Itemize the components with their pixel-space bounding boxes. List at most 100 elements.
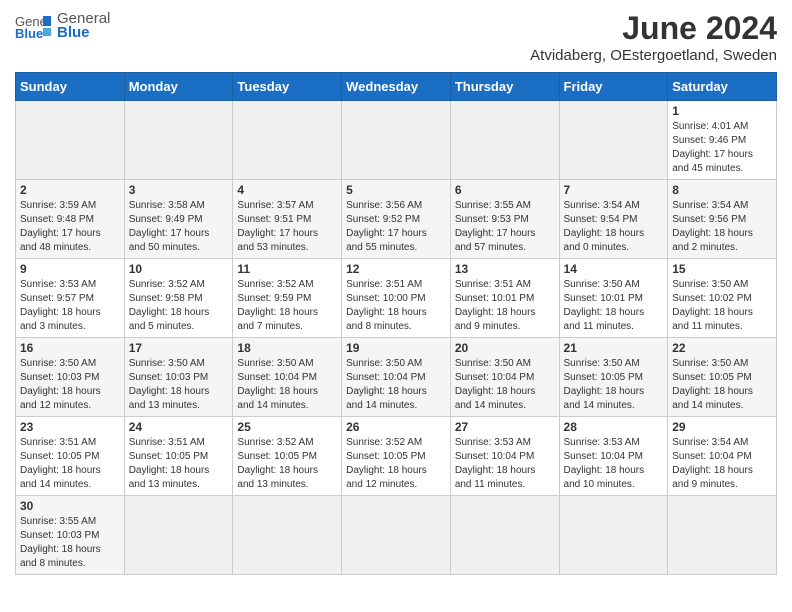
weekday-header-tuesday: Tuesday (233, 73, 342, 101)
day-info: Sunrise: 3:50 AM Sunset: 10:05 PM Daylig… (672, 357, 772, 413)
title-area: June 2024 Atvidaberg, OEstergoetland, Sw… (530, 10, 777, 64)
table-row: 9 Sunrise: 3:53 AM Sunset: 9:57 PM Daylig… (16, 259, 125, 338)
table-row (450, 101, 559, 180)
table-row: 7Sunrise: 3:54 AM Sunset: 9:54 PM Daylig… (559, 180, 668, 259)
day-number: 10 (129, 262, 229, 276)
table-row: 17Sunrise: 3:50 AM Sunset: 10:03 PM Dayl… (124, 338, 233, 417)
table-row (124, 101, 233, 180)
table-row: 5 Sunrise: 3:56 AM Sunset: 9:52 PM Daylig… (342, 180, 451, 259)
calendar-table: SundayMondayTuesdayWednesdayThursdayFrid… (15, 72, 777, 575)
day-number: 24 (129, 420, 229, 434)
weekday-header-saturday: Saturday (668, 73, 777, 101)
day-info: Sunrise: 3:55 AM Sunset: 9:53 PM Dayligh… (455, 199, 555, 255)
day-number: 6 (455, 183, 555, 197)
logo: General Blue General Blue (15, 10, 110, 41)
day-info: Sunrise: 3:53 AM Sunset: 9:57 PM Dayligh… (20, 278, 120, 334)
day-info: Sunrise: 3:53 AM Sunset: 10:04 PM Daylig… (455, 436, 555, 492)
day-number: 7 (564, 183, 664, 197)
table-row: 10 Sunrise: 3:52 AM Sunset: 9:58 PM Dayli… (124, 259, 233, 338)
table-row (559, 496, 668, 575)
day-number: 16 (20, 341, 120, 355)
day-info: Sunrise: 3:55 AM Sunset: 10:03 PM Daylig… (20, 515, 120, 571)
sub-title: Atvidaberg, OEstergoetland, Sweden (530, 47, 777, 64)
day-info: Sunrise: 3:57 AM Sunset: 9:51 PM Dayligh… (237, 199, 337, 255)
calendar-week-row: 23Sunrise: 3:51 AM Sunset: 10:05 PM Dayl… (16, 417, 777, 496)
table-row: 16 Sunrise: 3:50 AM Sunset: 10:03 PM Dayl… (16, 338, 125, 417)
day-info: Sunrise: 3:50 AM Sunset: 10:01 PM Daylig… (564, 278, 664, 334)
table-row: 21Sunrise: 3:50 AM Sunset: 10:05 PM Dayl… (559, 338, 668, 417)
day-number: 18 (237, 341, 337, 355)
day-info: Sunrise: 3:58 AM Sunset: 9:49 PM Dayligh… (129, 199, 229, 255)
table-row: 1Sunrise: 4:01 AM Sunset: 9:46 PM Daylig… (668, 101, 777, 180)
table-row: 2 Sunrise: 3:59 AM Sunset: 9:48 PM Daylig… (16, 180, 125, 259)
table-row: 13 Sunrise: 3:51 AM Sunset: 10:01 PM Dayl… (450, 259, 559, 338)
day-info: Sunrise: 3:52 AM Sunset: 10:05 PM Daylig… (346, 436, 446, 492)
day-number: 8 (672, 183, 772, 197)
table-row (342, 496, 451, 575)
weekday-header-row: SundayMondayTuesdayWednesdayThursdayFrid… (16, 73, 777, 101)
table-row (233, 101, 342, 180)
day-info: Sunrise: 3:52 AM Sunset: 9:59 PM Dayligh… (237, 278, 337, 334)
day-number: 25 (237, 420, 337, 434)
day-info: Sunrise: 3:50 AM Sunset: 10:04 PM Daylig… (237, 357, 337, 413)
day-number: 27 (455, 420, 555, 434)
svg-text:Blue: Blue (15, 26, 43, 40)
table-row: 20 Sunrise: 3:50 AM Sunset: 10:04 PM Dayl… (450, 338, 559, 417)
table-row: 26 Sunrise: 3:52 AM Sunset: 10:05 PM Dayl… (342, 417, 451, 496)
table-row (559, 101, 668, 180)
table-row: 30 Sunrise: 3:55 AM Sunset: 10:03 PM Dayl… (16, 496, 125, 575)
table-row: 15Sunrise: 3:50 AM Sunset: 10:02 PM Dayl… (668, 259, 777, 338)
table-row: 28Sunrise: 3:53 AM Sunset: 10:04 PM Dayl… (559, 417, 668, 496)
table-row: 14 Sunrise: 3:50 AM Sunset: 10:01 PM Dayl… (559, 259, 668, 338)
table-row: 3 Sunrise: 3:58 AM Sunset: 9:49 PM Daylig… (124, 180, 233, 259)
day-info: Sunrise: 3:52 AM Sunset: 9:58 PM Dayligh… (129, 278, 229, 334)
day-number: 19 (346, 341, 446, 355)
weekday-header-monday: Monday (124, 73, 233, 101)
table-row: 6 Sunrise: 3:55 AM Sunset: 9:53 PM Daylig… (450, 180, 559, 259)
table-row (668, 496, 777, 575)
day-number: 13 (455, 262, 555, 276)
day-number: 3 (129, 183, 229, 197)
day-info: Sunrise: 4:01 AM Sunset: 9:46 PM Dayligh… (672, 120, 772, 176)
day-info: Sunrise: 3:51 AM Sunset: 10:00 PM Daylig… (346, 278, 446, 334)
day-number: 20 (455, 341, 555, 355)
day-number: 9 (20, 262, 120, 276)
day-number: 22 (672, 341, 772, 355)
calendar-week-row: 1Sunrise: 4:01 AM Sunset: 9:46 PM Daylig… (16, 101, 777, 180)
day-number: 2 (20, 183, 120, 197)
table-row: 29Sunrise: 3:54 AM Sunset: 10:04 PM Dayl… (668, 417, 777, 496)
day-info: Sunrise: 3:50 AM Sunset: 10:04 PM Daylig… (346, 357, 446, 413)
day-info: Sunrise: 3:56 AM Sunset: 9:52 PM Dayligh… (346, 199, 446, 255)
logo-icon: General Blue (15, 12, 51, 40)
table-row: 27 Sunrise: 3:53 AM Sunset: 10:04 PM Dayl… (450, 417, 559, 496)
day-info: Sunrise: 3:51 AM Sunset: 10:01 PM Daylig… (455, 278, 555, 334)
day-number: 21 (564, 341, 664, 355)
day-number: 14 (564, 262, 664, 276)
day-info: Sunrise: 3:52 AM Sunset: 10:05 PM Daylig… (237, 436, 337, 492)
calendar-week-row: 30 Sunrise: 3:55 AM Sunset: 10:03 PM Dayl… (16, 496, 777, 575)
day-info: Sunrise: 3:59 AM Sunset: 9:48 PM Dayligh… (20, 199, 120, 255)
logo-blue-text: Blue (57, 24, 110, 41)
table-row: 12 Sunrise: 3:51 AM Sunset: 10:00 PM Dayl… (342, 259, 451, 338)
table-row: 4Sunrise: 3:57 AM Sunset: 9:51 PM Daylig… (233, 180, 342, 259)
main-title: June 2024 (530, 10, 777, 47)
table-row: 22 Sunrise: 3:50 AM Sunset: 10:05 PM Dayl… (668, 338, 777, 417)
table-row (233, 496, 342, 575)
day-number: 23 (20, 420, 120, 434)
weekday-header-thursday: Thursday (450, 73, 559, 101)
day-info: Sunrise: 3:54 AM Sunset: 10:04 PM Daylig… (672, 436, 772, 492)
day-number: 28 (564, 420, 664, 434)
calendar-week-row: 9 Sunrise: 3:53 AM Sunset: 9:57 PM Daylig… (16, 259, 777, 338)
day-number: 11 (237, 262, 337, 276)
table-row: 24Sunrise: 3:51 AM Sunset: 10:05 PM Dayl… (124, 417, 233, 496)
day-number: 26 (346, 420, 446, 434)
day-number: 30 (20, 499, 120, 513)
day-number: 12 (346, 262, 446, 276)
day-number: 5 (346, 183, 446, 197)
day-info: Sunrise: 3:50 AM Sunset: 10:03 PM Daylig… (20, 357, 120, 413)
day-info: Sunrise: 3:50 AM Sunset: 10:04 PM Daylig… (455, 357, 555, 413)
table-row (342, 101, 451, 180)
table-row: 18 Sunrise: 3:50 AM Sunset: 10:04 PM Dayl… (233, 338, 342, 417)
day-number: 15 (672, 262, 772, 276)
table-row: 11 Sunrise: 3:52 AM Sunset: 9:59 PM Dayli… (233, 259, 342, 338)
